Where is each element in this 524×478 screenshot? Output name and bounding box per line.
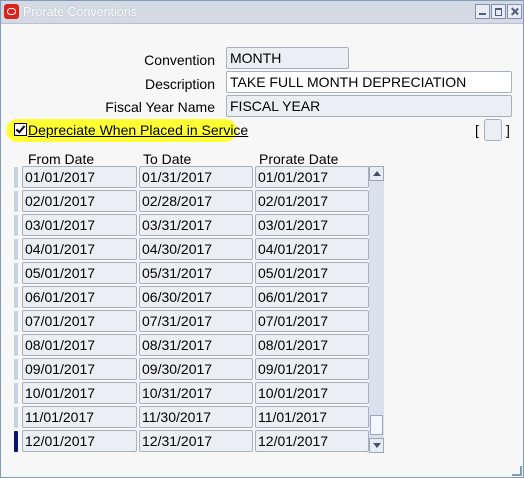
record-indicator[interactable] [14,287,18,308]
prorate-date-cell[interactable]: 05/01/2017 [255,262,369,284]
scroll-up-icon[interactable] [369,166,384,181]
prorate-date-cell[interactable]: 02/01/2017 [255,190,369,212]
fiscal-year-name-label: Fiscal Year Name [105,99,215,115]
from-date-cell[interactable]: 02/01/2017 [22,190,137,212]
record-indicator[interactable] [14,407,18,428]
depreciate-when-placed-label[interactable]: Depreciate When Placed in Service [28,122,248,138]
from-date-cell[interactable]: 12/01/2017 [22,430,137,452]
convention-field[interactable]: MONTH [226,47,349,69]
from-date-cell[interactable]: 03/01/2017 [22,214,137,236]
from-date-cell[interactable]: 06/01/2017 [22,286,137,308]
title-bar[interactable]: Prorate Conventions [1,1,523,24]
maximize-button[interactable] [491,4,506,19]
window-title: Prorate Conventions [23,5,137,19]
prorate-conventions-window: Prorate Conventions Convention MONTH Des… [0,0,524,478]
minimize-button[interactable] [475,4,490,19]
table-row[interactable]: 09/01/2017 09/30/2017 09/01/2017 [14,358,384,382]
dff-bracket-open: [ [475,122,479,138]
column-header-prorate-date: Prorate Date [259,151,339,167]
record-indicator[interactable] [14,431,18,452]
from-date-cell[interactable]: 09/01/2017 [22,358,137,380]
record-indicator[interactable] [14,167,18,188]
prorate-date-cell[interactable]: 09/01/2017 [255,358,369,380]
record-indicator[interactable] [14,335,18,356]
description-field[interactable]: TAKE FULL MONTH DEPRECIATION [226,71,512,93]
prorate-date-cell[interactable]: 06/01/2017 [255,286,369,308]
prorate-date-cell[interactable]: 04/01/2017 [255,238,369,260]
from-date-cell[interactable]: 10/01/2017 [22,382,137,404]
prorate-date-cell[interactable]: 10/01/2017 [255,382,369,404]
table-row[interactable]: 06/01/2017 06/30/2017 06/01/2017 [14,286,384,310]
to-date-cell[interactable]: 06/30/2017 [139,286,253,308]
record-indicator[interactable] [14,239,18,260]
from-date-cell[interactable]: 04/01/2017 [22,238,137,260]
from-date-cell[interactable]: 01/01/2017 [22,166,137,188]
to-date-cell[interactable]: 05/31/2017 [139,262,253,284]
record-indicator[interactable] [14,383,18,404]
convention-label: Convention [144,52,215,68]
table-row[interactable]: 05/01/2017 05/31/2017 05/01/2017 [14,262,384,286]
to-date-cell[interactable]: 01/31/2017 [139,166,253,188]
from-date-cell[interactable]: 08/01/2017 [22,334,137,356]
prorate-date-cell[interactable]: 11/01/2017 [255,406,369,428]
from-date-cell[interactable]: 05/01/2017 [22,262,137,284]
vertical-scrollbar[interactable] [369,166,384,453]
record-indicator[interactable] [14,191,18,212]
prorate-date-cell[interactable]: 03/01/2017 [255,214,369,236]
close-button[interactable] [507,4,522,19]
description-label: Description [144,76,215,92]
table-row[interactable]: 10/01/2017 10/31/2017 10/01/2017 [14,382,384,406]
prorate-date-cell[interactable]: 12/01/2017 [255,430,369,452]
record-indicator[interactable] [14,263,18,284]
record-indicator[interactable] [14,359,18,380]
table-row[interactable]: 01/01/2017 01/31/2017 01/01/2017 [14,166,384,190]
to-date-cell[interactable]: 12/31/2017 [139,430,253,452]
to-date-cell[interactable]: 07/31/2017 [139,310,253,332]
column-header-from-date: From Date [28,151,95,167]
descriptive-flexfield[interactable] [484,119,502,141]
to-date-cell[interactable]: 08/31/2017 [139,334,253,356]
to-date-cell[interactable]: 03/31/2017 [139,214,253,236]
prorate-date-cell[interactable]: 01/01/2017 [255,166,369,188]
fiscal-year-name-field[interactable]: FISCAL YEAR [226,95,512,117]
table-row[interactable]: 02/01/2017 02/28/2017 02/01/2017 [14,190,384,214]
scroll-thumb[interactable] [370,415,383,435]
prorate-date-cell[interactable]: 07/01/2017 [255,310,369,332]
prorate-date-cell[interactable]: 08/01/2017 [255,334,369,356]
to-date-cell[interactable]: 02/28/2017 [139,190,253,212]
from-date-cell[interactable]: 07/01/2017 [22,310,137,332]
record-indicator[interactable] [14,311,18,332]
to-date-cell[interactable]: 04/30/2017 [139,238,253,260]
depreciate-when-placed-checkbox[interactable] [14,123,27,136]
table-row[interactable]: 04/01/2017 04/30/2017 04/01/2017 [14,238,384,262]
resize-grip-icon[interactable] [512,466,522,476]
to-date-cell[interactable]: 11/30/2017 [139,406,253,428]
table-row[interactable]: 12/01/2017 12/31/2017 12/01/2017 [14,430,384,454]
to-date-cell[interactable]: 10/31/2017 [139,382,253,404]
table-row[interactable]: 07/01/2017 07/31/2017 07/01/2017 [14,310,384,334]
to-date-cell[interactable]: 09/30/2017 [139,358,253,380]
from-date-cell[interactable]: 11/01/2017 [22,406,137,428]
scroll-down-icon[interactable] [369,438,384,453]
prorate-dates-table: 01/01/2017 01/31/2017 01/01/2017 02/01/2017… [14,166,384,454]
table-row[interactable]: 03/01/2017 03/31/2017 03/01/2017 [14,214,384,238]
table-row[interactable]: 11/01/2017 11/30/2017 11/01/2017 [14,406,384,430]
column-header-to-date: To Date [143,151,192,167]
record-indicator[interactable] [14,215,18,236]
oracle-logo-icon [4,4,19,19]
table-row[interactable]: 08/01/2017 08/31/2017 08/01/2017 [14,334,384,358]
dff-bracket-close: ] [506,122,510,138]
